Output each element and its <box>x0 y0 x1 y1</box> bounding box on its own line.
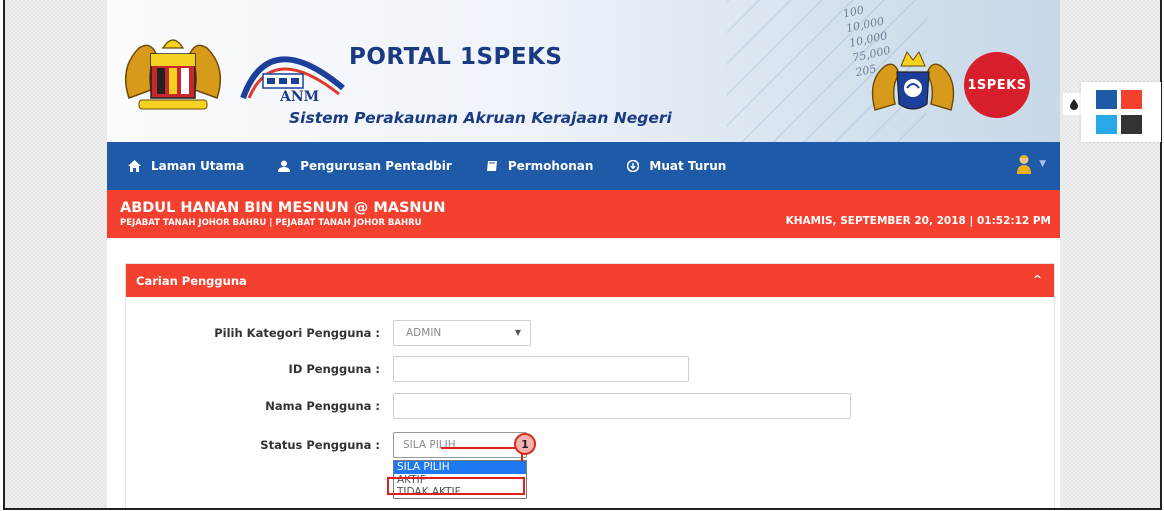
nama-pengguna-label: Nama Pengguna : <box>265 399 380 413</box>
nama-pengguna-input[interactable] <box>393 393 851 419</box>
nav-label: Laman Utama <box>151 159 245 173</box>
user-info-bar: ABDUL HANAN BIN MESNUN @ MASNUN PEJABAT … <box>107 190 1060 238</box>
kategori-value: ADMIN <box>406 327 442 339</box>
nav-permohonan[interactable]: Permohonan <box>486 159 594 173</box>
current-datetime: KHAMIS, SEPTEMBER 20, 2018 | 01:52:12 PM <box>785 215 1051 227</box>
main-content: Carian Pengguna ^ Pilih Kategori Penggun… <box>107 238 1060 508</box>
search-panel: Carian Pengguna ^ Pilih Kategori Penggun… <box>125 263 1055 508</box>
color-swatch-dark[interactable] <box>1121 115 1142 134</box>
portal-title: PORTAL 1SPEKS <box>349 44 563 70</box>
callout-connector <box>441 447 523 462</box>
home-icon <box>128 160 141 172</box>
screenshot-frame: 100 10,000 10,000 75,000 205 ANM PORTAL … <box>3 0 1162 510</box>
user-menu[interactable]: ▼ <box>1017 154 1046 174</box>
nav-laman-utama[interactable]: Laman Utama <box>128 159 244 173</box>
user-office: PEJABAT TANAH JOHOR BAHRU | PEJABAT TANA… <box>120 218 422 228</box>
nav-label: Permohonan <box>507 159 594 173</box>
portal-subtitle: Sistem Perakaunan Akruan Kerajaan Negeri <box>289 109 672 127</box>
speks-badge-logo: 1SPEKS <box>964 52 1030 118</box>
panel-title: Carian Pengguna <box>136 274 247 288</box>
nav-muat-turun[interactable]: Muat Turun <box>627 159 726 173</box>
color-swatch-red[interactable] <box>1121 90 1142 109</box>
callout-highlight-box <box>387 477 525 495</box>
book-icon <box>486 161 497 171</box>
kategori-select[interactable]: ADMIN ▼ <box>393 320 531 346</box>
select-arrow-icon: ▼ <box>514 328 521 337</box>
color-palette <box>1081 82 1161 142</box>
dropdown-option[interactable]: SILA PILIH <box>394 461 526 474</box>
download-icon <box>627 160 640 172</box>
id-pengguna-input[interactable] <box>393 356 689 382</box>
anm-text: ANM <box>280 89 320 105</box>
malaysia-crest-logo <box>124 39 222 110</box>
nav-label: Pengurusan Pentadbir <box>300 159 452 173</box>
user-avatar-icon <box>1017 155 1032 174</box>
main-navbar: Laman Utama Pengurusan Pentadbir Permoho… <box>107 142 1060 190</box>
user-icon <box>278 160 291 172</box>
status-pengguna-label: Status Pengguna : <box>260 438 380 452</box>
color-swatch-blue[interactable] <box>1096 90 1117 109</box>
johor-crest-logo <box>871 51 955 111</box>
chevron-up-icon[interactable]: ^ <box>1033 273 1042 286</box>
id-pengguna-label: ID Pengguna : <box>288 362 380 376</box>
header-banner: 100 10,000 10,000 75,000 205 ANM PORTAL … <box>107 0 1060 142</box>
color-swatch-light-blue[interactable] <box>1096 115 1117 134</box>
kategori-label: Pilih Kategori Pengguna : <box>214 326 380 340</box>
user-name: ABDUL HANAN BIN MESNUN @ MASNUN <box>120 200 446 216</box>
chevron-down-icon: ▼ <box>1039 159 1046 169</box>
nav-pengurusan-pentadbir[interactable]: Pengurusan Pentadbir <box>278 159 452 173</box>
nav-label: Muat Turun <box>649 159 727 173</box>
panel-header: Carian Pengguna ^ <box>126 264 1054 297</box>
callout-number-badge: 1 <box>514 433 536 455</box>
